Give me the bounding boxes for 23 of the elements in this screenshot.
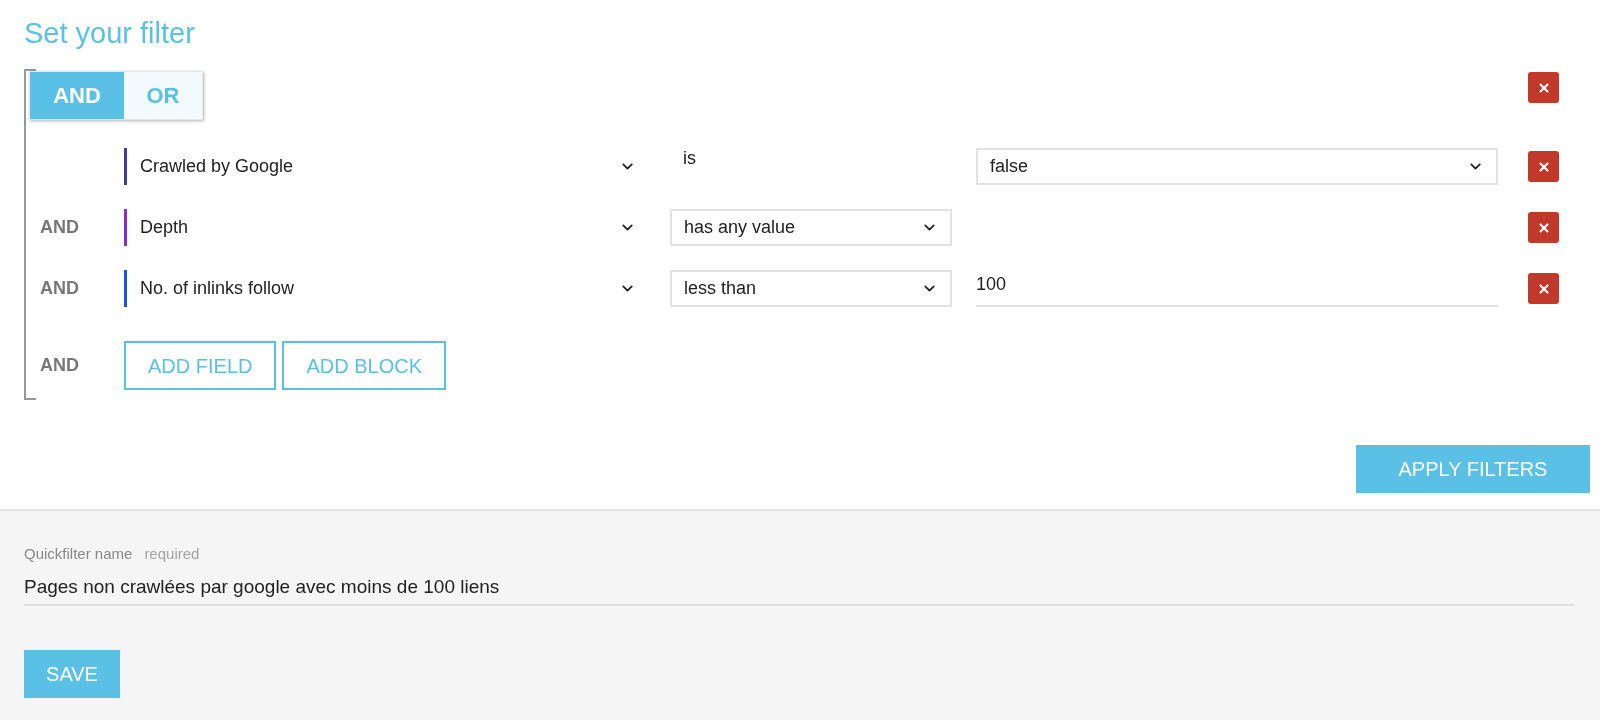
field-select[interactable]: No. of inlinks follow	[127, 270, 640, 307]
operator-select[interactable]: less than	[670, 270, 952, 307]
delete-button[interactable]	[1528, 72, 1559, 103]
close-icon	[1536, 281, 1551, 296]
close-icon	[1536, 80, 1551, 95]
value-input[interactable]: 100	[976, 270, 1498, 307]
value-select[interactable]: false	[976, 148, 1498, 185]
delete-button[interactable]	[1528, 212, 1559, 243]
field-label: Quickfilter name	[24, 544, 133, 564]
operator-select[interactable]: has any value	[670, 209, 952, 246]
close-icon	[1536, 159, 1551, 174]
delete-button[interactable]	[1528, 151, 1559, 182]
quickfilter-name-input[interactable]: Pages non crawlées par google avec moins de 100 liens	[24, 569, 1574, 606]
page-title: Set your filter	[24, 16, 196, 51]
field-select[interactable]: Depth	[127, 209, 640, 246]
close-icon	[1536, 220, 1551, 235]
operator-label: is	[683, 147, 696, 170]
required-hint: required	[144, 544, 200, 564]
connector-label: AND	[40, 355, 79, 375]
field-select[interactable]: Crawled by Google	[127, 148, 640, 185]
connector-label: AND	[40, 278, 79, 298]
delete-button[interactable]	[1528, 273, 1559, 304]
connector-label: AND	[40, 217, 79, 237]
